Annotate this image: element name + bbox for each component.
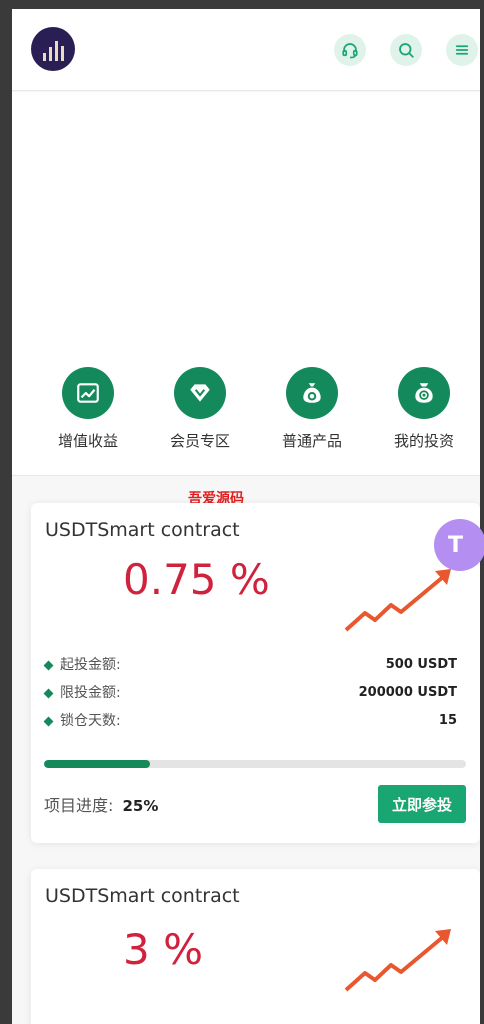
nav-item-regular-products[interactable]: 普通产品	[256, 367, 368, 451]
floating-button-glyph: T	[448, 532, 464, 558]
category-nav: 增值收益 会员专区 普通产品 我的投资	[12, 350, 480, 476]
money-bag-icon	[286, 367, 338, 419]
product-title: USDTSmart contract	[45, 519, 240, 541]
progress-value: 25%	[122, 797, 159, 815]
header	[12, 9, 480, 91]
headset-icon[interactable]	[334, 34, 366, 66]
app-page: 增值收益 会员专区 普通产品 我的投资 吾爱源码 USDTSmart contr…	[12, 9, 480, 1024]
progress-label: 项目进度:	[44, 796, 114, 815]
nav-item-my-investment[interactable]: 我的投资	[368, 367, 480, 451]
diamond-bullet-icon	[43, 716, 54, 727]
nav-label: 我的投资	[393, 432, 454, 450]
detail-row: 锁仓天数: 15	[43, 707, 457, 735]
detail-value: 200000 USDT	[358, 685, 457, 700]
nav-item-value-added[interactable]: 增值收益	[32, 367, 144, 451]
diamond-bullet-icon	[43, 660, 54, 671]
window-left-edge	[0, 9, 12, 1024]
trend-up-icon	[344, 569, 451, 632]
product-rate: 3 %	[123, 925, 203, 974]
diamond-bullet-icon	[43, 688, 54, 699]
detail-value: 500 USDT	[385, 657, 457, 672]
menu-icon[interactable]	[446, 34, 478, 66]
detail-row: 起投金额: 500 USDT	[43, 651, 457, 679]
coin-bag-icon	[398, 367, 450, 419]
detail-key: 锁仓天数:	[60, 713, 121, 729]
progress-bar	[44, 760, 466, 768]
product-title: USDTSmart contract	[45, 885, 240, 907]
nav-label: 增值收益	[57, 432, 118, 450]
diamond-icon	[174, 367, 226, 419]
search-icon[interactable]	[390, 34, 422, 66]
progress-bar-fill	[44, 760, 150, 768]
detail-key: 起投金额:	[60, 657, 121, 673]
detail-row: 限投金额: 200000 USDT	[43, 679, 457, 707]
trend-up-icon	[344, 929, 451, 992]
window-right-edge	[480, 9, 484, 1024]
product-rate: 0.75 %	[123, 555, 270, 604]
nav-item-member[interactable]: 会员专区	[144, 367, 256, 451]
progress-text: 项目进度: 25%	[44, 792, 158, 816]
banner[interactable]	[12, 92, 480, 350]
window-top-edge	[0, 0, 484, 9]
floating-button[interactable]: T	[434, 519, 484, 571]
product-card: USDTSmart contract 3 %	[31, 869, 480, 1024]
logo[interactable]	[31, 27, 75, 71]
detail-value: 15	[438, 713, 457, 728]
detail-key: 限投金额:	[60, 685, 121, 701]
invest-now-button[interactable]: 立即参投	[378, 785, 466, 823]
nav-label: 会员专区	[169, 432, 230, 450]
chart-icon	[62, 367, 114, 419]
product-card: USDTSmart contract 0.75 % 起投金额: 500 USDT…	[31, 503, 480, 843]
product-details: 起投金额: 500 USDT 限投金额: 200000 USDT 锁仓天数: 1…	[43, 651, 457, 735]
nav-label: 普通产品	[281, 432, 342, 450]
